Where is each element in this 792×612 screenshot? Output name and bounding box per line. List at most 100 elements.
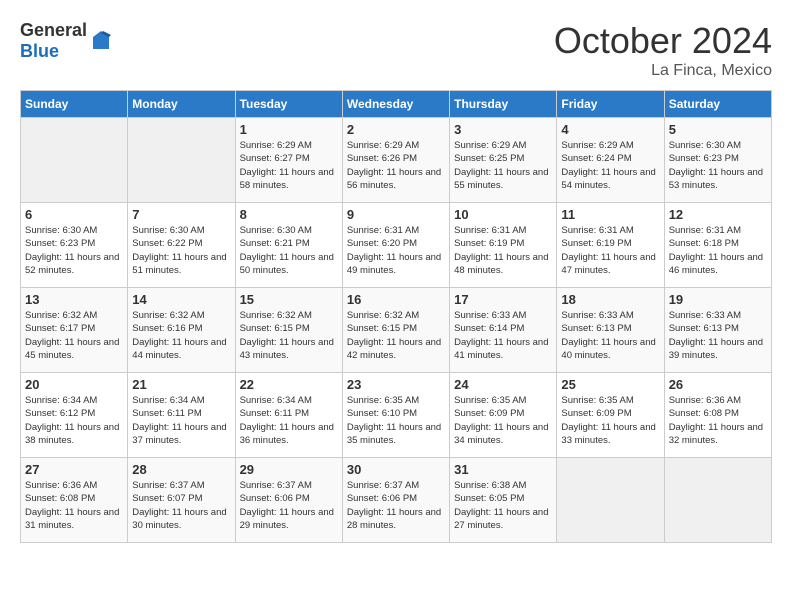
calendar-cell: 15 Sunrise: 6:32 AMSunset: 6:15 PMDayligh… bbox=[235, 288, 342, 373]
cell-content: Sunrise: 6:35 AMSunset: 6:09 PMDaylight:… bbox=[454, 394, 552, 447]
cell-content: Sunrise: 6:33 AMSunset: 6:13 PMDaylight:… bbox=[669, 309, 767, 362]
weekday-header-tuesday: Tuesday bbox=[235, 91, 342, 118]
calendar-cell: 28 Sunrise: 6:37 AMSunset: 6:07 PMDayligh… bbox=[128, 458, 235, 543]
day-number: 2 bbox=[347, 122, 445, 137]
calendar-cell: 18 Sunrise: 6:33 AMSunset: 6:13 PMDayligh… bbox=[557, 288, 664, 373]
logo-icon bbox=[89, 29, 113, 53]
calendar-cell: 1 Sunrise: 6:29 AMSunset: 6:27 PMDaylight… bbox=[235, 118, 342, 203]
calendar-week-row: 1 Sunrise: 6:29 AMSunset: 6:27 PMDaylight… bbox=[21, 118, 772, 203]
calendar-cell bbox=[664, 458, 771, 543]
cell-content: Sunrise: 6:31 AMSunset: 6:19 PMDaylight:… bbox=[454, 224, 552, 277]
day-number: 20 bbox=[25, 377, 123, 392]
day-number: 27 bbox=[25, 462, 123, 477]
cell-content: Sunrise: 6:29 AMSunset: 6:24 PMDaylight:… bbox=[561, 139, 659, 192]
day-number: 23 bbox=[347, 377, 445, 392]
logo-text: General Blue bbox=[20, 20, 87, 62]
day-number: 10 bbox=[454, 207, 552, 222]
calendar-week-row: 20Sunrise: 6:34 AMSunset: 6:12 PMDayligh… bbox=[21, 373, 772, 458]
weekday-header-saturday: Saturday bbox=[664, 91, 771, 118]
cell-content: Sunrise: 6:29 AMSunset: 6:25 PMDaylight:… bbox=[454, 139, 552, 192]
cell-content: Sunrise: 6:30 AMSunset: 6:21 PMDaylight:… bbox=[240, 224, 338, 277]
cell-content: Sunrise: 6:33 AMSunset: 6:13 PMDaylight:… bbox=[561, 309, 659, 362]
day-number: 25 bbox=[561, 377, 659, 392]
cell-content: Sunrise: 6:34 AMSunset: 6:11 PMDaylight:… bbox=[132, 394, 230, 447]
calendar-cell: 21Sunrise: 6:34 AMSunset: 6:11 PMDayligh… bbox=[128, 373, 235, 458]
calendar-cell: 3 Sunrise: 6:29 AMSunset: 6:25 PMDaylight… bbox=[450, 118, 557, 203]
cell-content: Sunrise: 6:32 AMSunset: 6:15 PMDaylight:… bbox=[240, 309, 338, 362]
calendar-cell: 10 Sunrise: 6:31 AMSunset: 6:19 PMDayligh… bbox=[450, 203, 557, 288]
cell-content: Sunrise: 6:36 AMSunset: 6:08 PMDaylight:… bbox=[25, 479, 123, 532]
day-number: 31 bbox=[454, 462, 552, 477]
day-number: 18 bbox=[561, 292, 659, 307]
calendar-cell bbox=[128, 118, 235, 203]
calendar-table: SundayMondayTuesdayWednesdayThursdayFrid… bbox=[20, 90, 772, 543]
calendar-week-row: 27 Sunrise: 6:36 AMSunset: 6:08 PMDayligh… bbox=[21, 458, 772, 543]
day-number: 28 bbox=[132, 462, 230, 477]
cell-content: Sunrise: 6:29 AMSunset: 6:27 PMDaylight:… bbox=[240, 139, 338, 192]
calendar-cell: 9 Sunrise: 6:31 AMSunset: 6:20 PMDaylight… bbox=[342, 203, 449, 288]
day-number: 17 bbox=[454, 292, 552, 307]
calendar-cell: 24 Sunrise: 6:35 AMSunset: 6:09 PMDayligh… bbox=[450, 373, 557, 458]
calendar-cell bbox=[557, 458, 664, 543]
calendar-cell: 22 Sunrise: 6:34 AMSunset: 6:11 PMDayligh… bbox=[235, 373, 342, 458]
calendar-week-row: 6Sunrise: 6:30 AMSunset: 6:23 PMDaylight… bbox=[21, 203, 772, 288]
weekday-header-wednesday: Wednesday bbox=[342, 91, 449, 118]
cell-content: Sunrise: 6:33 AMSunset: 6:14 PMDaylight:… bbox=[454, 309, 552, 362]
day-number: 16 bbox=[347, 292, 445, 307]
cell-content: Sunrise: 6:31 AMSunset: 6:19 PMDaylight:… bbox=[561, 224, 659, 277]
weekday-header-thursday: Thursday bbox=[450, 91, 557, 118]
day-number: 30 bbox=[347, 462, 445, 477]
day-number: 26 bbox=[669, 377, 767, 392]
day-number: 5 bbox=[669, 122, 767, 137]
calendar-cell: 6Sunrise: 6:30 AMSunset: 6:23 PMDaylight… bbox=[21, 203, 128, 288]
day-number: 8 bbox=[240, 207, 338, 222]
day-number: 15 bbox=[240, 292, 338, 307]
cell-content: Sunrise: 6:30 AMSunset: 6:22 PMDaylight:… bbox=[132, 224, 230, 277]
location-title: La Finca, Mexico bbox=[554, 62, 772, 80]
calendar-cell: 7 Sunrise: 6:30 AMSunset: 6:22 PMDaylight… bbox=[128, 203, 235, 288]
cell-content: Sunrise: 6:37 AMSunset: 6:06 PMDaylight:… bbox=[347, 479, 445, 532]
day-number: 3 bbox=[454, 122, 552, 137]
calendar-cell: 16Sunrise: 6:32 AMSunset: 6:15 PMDayligh… bbox=[342, 288, 449, 373]
weekday-header-row: SundayMondayTuesdayWednesdayThursdayFrid… bbox=[21, 91, 772, 118]
day-number: 9 bbox=[347, 207, 445, 222]
cell-content: Sunrise: 6:34 AMSunset: 6:11 PMDaylight:… bbox=[240, 394, 338, 447]
calendar-cell: 2 Sunrise: 6:29 AMSunset: 6:26 PMDaylight… bbox=[342, 118, 449, 203]
cell-content: Sunrise: 6:32 AMSunset: 6:17 PMDaylight:… bbox=[25, 309, 123, 362]
calendar-cell: 19 Sunrise: 6:33 AMSunset: 6:13 PMDayligh… bbox=[664, 288, 771, 373]
logo-blue: Blue bbox=[20, 41, 59, 61]
calendar-cell: 29 Sunrise: 6:37 AMSunset: 6:06 PMDayligh… bbox=[235, 458, 342, 543]
calendar-cell: 26 Sunrise: 6:36 AMSunset: 6:08 PMDayligh… bbox=[664, 373, 771, 458]
day-number: 13 bbox=[25, 292, 123, 307]
weekday-header-monday: Monday bbox=[128, 91, 235, 118]
cell-content: Sunrise: 6:36 AMSunset: 6:08 PMDaylight:… bbox=[669, 394, 767, 447]
calendar-cell: 8 Sunrise: 6:30 AMSunset: 6:21 PMDaylight… bbox=[235, 203, 342, 288]
calendar-cell: 13 Sunrise: 6:32 AMSunset: 6:17 PMDayligh… bbox=[21, 288, 128, 373]
cell-content: Sunrise: 6:31 AMSunset: 6:20 PMDaylight:… bbox=[347, 224, 445, 277]
calendar-cell: 14Sunrise: 6:32 AMSunset: 6:16 PMDayligh… bbox=[128, 288, 235, 373]
cell-content: Sunrise: 6:29 AMSunset: 6:26 PMDaylight:… bbox=[347, 139, 445, 192]
day-number: 19 bbox=[669, 292, 767, 307]
cell-content: Sunrise: 6:37 AMSunset: 6:06 PMDaylight:… bbox=[240, 479, 338, 532]
calendar-cell: 5 Sunrise: 6:30 AMSunset: 6:23 PMDaylight… bbox=[664, 118, 771, 203]
cell-content: Sunrise: 6:30 AMSunset: 6:23 PMDaylight:… bbox=[669, 139, 767, 192]
logo: General Blue bbox=[20, 20, 113, 62]
cell-content: Sunrise: 6:37 AMSunset: 6:07 PMDaylight:… bbox=[132, 479, 230, 532]
calendar-cell: 30 Sunrise: 6:37 AMSunset: 6:06 PMDayligh… bbox=[342, 458, 449, 543]
title-block: October 2024 La Finca, Mexico bbox=[554, 20, 772, 80]
day-number: 7 bbox=[132, 207, 230, 222]
calendar-cell: 31Sunrise: 6:38 AMSunset: 6:05 PMDayligh… bbox=[450, 458, 557, 543]
day-number: 24 bbox=[454, 377, 552, 392]
day-number: 4 bbox=[561, 122, 659, 137]
day-number: 22 bbox=[240, 377, 338, 392]
calendar-cell: 25Sunrise: 6:35 AMSunset: 6:09 PMDayligh… bbox=[557, 373, 664, 458]
day-number: 1 bbox=[240, 122, 338, 137]
calendar-cell: 11 Sunrise: 6:31 AMSunset: 6:19 PMDayligh… bbox=[557, 203, 664, 288]
day-number: 11 bbox=[561, 207, 659, 222]
calendar-cell: 17 Sunrise: 6:33 AMSunset: 6:14 PMDayligh… bbox=[450, 288, 557, 373]
weekday-header-sunday: Sunday bbox=[21, 91, 128, 118]
cell-content: Sunrise: 6:32 AMSunset: 6:16 PMDaylight:… bbox=[132, 309, 230, 362]
cell-content: Sunrise: 6:30 AMSunset: 6:23 PMDaylight:… bbox=[25, 224, 123, 277]
page-header: General Blue October 2024 La Finca, Mexi… bbox=[20, 20, 772, 80]
day-number: 29 bbox=[240, 462, 338, 477]
